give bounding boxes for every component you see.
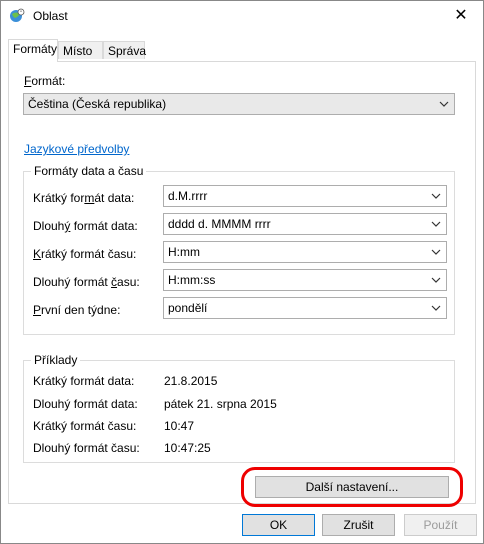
chevron-down-icon <box>431 249 441 255</box>
title-bar: Oblast ✕ <box>1 1 483 31</box>
example-short-date-label: Krátký formát data: <box>33 374 135 388</box>
long-time-dropdown[interactable]: H:mm:ss <box>163 269 447 291</box>
close-button[interactable]: ✕ <box>439 1 483 31</box>
long-date-dropdown[interactable]: dddd d. MMMM rrrr <box>163 213 447 235</box>
example-short-time-value: 10:47 <box>164 419 195 433</box>
language-preferences-link[interactable]: Jazykové předvolby <box>24 142 129 156</box>
short-date-label: Krátký formát data: <box>33 191 135 205</box>
examples-group-title: Příklady <box>31 353 81 367</box>
apply-button[interactable]: Použít <box>404 514 477 536</box>
ok-button[interactable]: OK <box>242 514 315 536</box>
example-long-date-label: Dlouhý formát data: <box>33 397 138 411</box>
chevron-down-icon <box>439 101 449 107</box>
format-dropdown[interactable]: Čeština (Česká republika) <box>23 93 455 115</box>
first-day-label: První den týdne: <box>33 303 121 317</box>
short-time-dropdown[interactable]: H:mm <box>163 241 447 263</box>
chevron-down-icon <box>431 277 441 283</box>
short-time-value: H:mm <box>168 245 200 259</box>
chevron-down-icon <box>431 305 441 311</box>
datetime-group-title: Formáty data a času <box>31 164 147 178</box>
oblast-dialog: Oblast ✕ Formáty Místo Správa Formát: Če… <box>0 0 484 544</box>
example-short-date-value: 21.8.2015 <box>164 374 218 388</box>
chevron-down-icon <box>431 221 441 227</box>
long-time-label: Dlouhý formát času: <box>33 275 140 289</box>
long-time-value: H:mm:ss <box>168 273 216 287</box>
example-short-time-label: Krátký formát času: <box>33 419 137 433</box>
format-label: Formát: <box>24 74 66 88</box>
example-long-time-value: 10:47:25 <box>164 441 211 455</box>
long-date-value: dddd d. MMMM rrrr <box>168 217 271 231</box>
cancel-button[interactable]: Zrušit <box>322 514 395 536</box>
first-day-value: pondělí <box>168 301 208 315</box>
chevron-down-icon <box>431 193 441 199</box>
example-long-time-label: Dlouhý formát času: <box>33 441 140 455</box>
tab-sprava[interactable]: Správa <box>103 41 146 59</box>
format-value: Čeština (Česká republika) <box>28 97 167 111</box>
example-long-date-value: pátek 21. srpna 2015 <box>164 397 277 411</box>
short-date-value: d.M.rrrr <box>168 189 208 203</box>
window-title: Oblast <box>33 9 68 23</box>
first-day-dropdown[interactable]: pondělí <box>163 297 447 319</box>
tab-misto[interactable]: Místo <box>58 41 103 59</box>
tab-formaty[interactable]: Formáty <box>8 39 58 62</box>
short-time-label: Krátký formát času: <box>33 247 137 261</box>
red-highlight-annotation <box>241 467 463 507</box>
short-date-dropdown[interactable]: d.M.rrrr <box>163 185 447 207</box>
globe-clock-icon <box>10 8 25 22</box>
long-date-label: Dlouhý formát data: <box>33 219 138 233</box>
